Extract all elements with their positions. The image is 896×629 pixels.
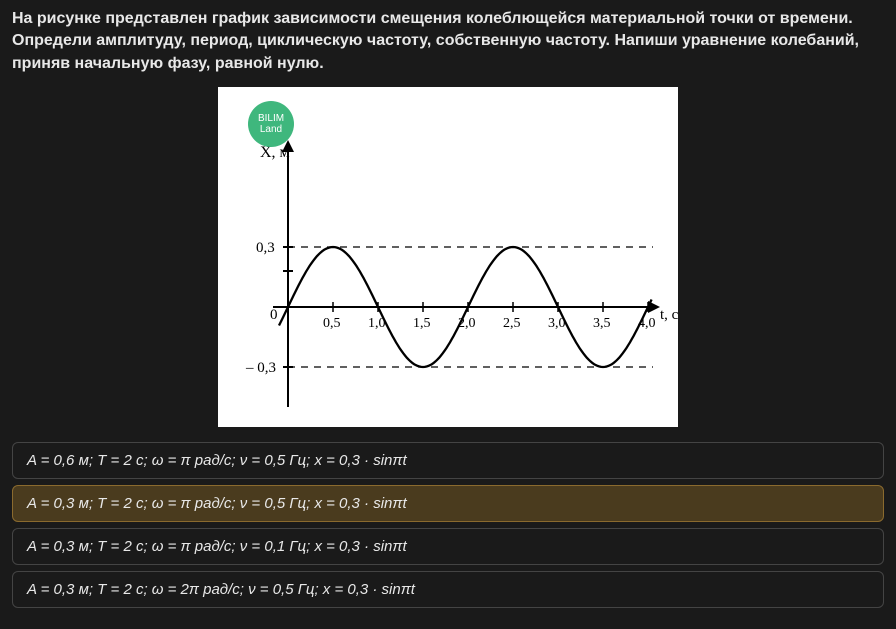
x-axis-label: t, с (660, 307, 678, 323)
brand-badge: BILIM Land (248, 101, 294, 147)
question-text: На рисунке представлен график зависимост… (12, 8, 884, 75)
x-tick: 1,5 (413, 316, 431, 331)
oscillation-chart: BILIM Land (218, 87, 678, 427)
answer-option-3[interactable]: A = 0,3 м; T = 2 с; ω = π рад/с; ν = 0,1… (12, 528, 884, 565)
answer-option-1[interactable]: A = 0,6 м; T = 2 с; ω = π рад/с; ν = 0,5… (12, 442, 884, 479)
answer-option-4[interactable]: A = 0,3 м; T = 2 с; ω = 2π рад/с; ν = 0,… (12, 571, 884, 608)
badge-line1: BILIM (258, 113, 284, 124)
options-list: A = 0,6 м; T = 2 с; ω = π рад/с; ν = 0,5… (12, 442, 884, 608)
answer-option-2[interactable]: A = 0,3 м; T = 2 с; ω = π рад/с; ν = 0,5… (12, 485, 884, 522)
chart-container: BILIM Land (12, 87, 884, 432)
y-tick-pos: 0,3 (256, 240, 275, 256)
y-tick-zero: 0 (270, 307, 278, 323)
y-tick-neg: – 0,3 (245, 360, 276, 376)
x-tick: 0,5 (323, 316, 341, 331)
x-tick: 2,5 (503, 316, 521, 331)
x-tick: 3,5 (593, 316, 611, 331)
y-axis-label: X, м (260, 144, 290, 161)
badge-line2: Land (260, 124, 282, 135)
